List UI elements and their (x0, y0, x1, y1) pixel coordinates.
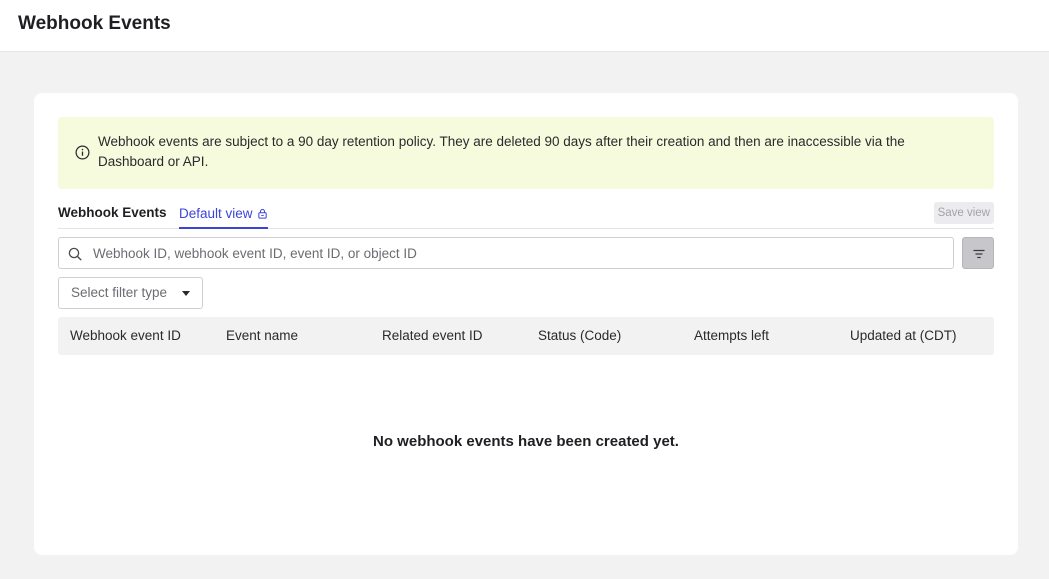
top-bar: Webhook Events (0, 0, 1049, 52)
lock-icon (257, 208, 267, 219)
tab-webhook-events: Webhook Events (58, 205, 167, 220)
column-header-attempts-left: Attempts left (694, 328, 770, 343)
filter-lines-icon (973, 249, 985, 259)
filter-type-select[interactable]: Select filter type (58, 277, 203, 309)
filter-toggle-button[interactable] (962, 237, 994, 269)
info-icon (75, 145, 90, 160)
page-title: Webhook Events (18, 13, 171, 34)
column-header-webhook-event-id: Webhook event ID (70, 328, 181, 343)
tab-default-view[interactable]: Default view (179, 201, 268, 229)
search-input[interactable] (91, 238, 941, 268)
retention-notice-text: Webhook events are subject to a 90 day r… (98, 134, 905, 169)
view-tabs: Webhook Events Default view Save view (58, 201, 994, 229)
retention-notice: Webhook events are subject to a 90 day r… (58, 117, 994, 189)
search-field (58, 237, 954, 269)
filter-type-placeholder: Select filter type (71, 285, 168, 300)
search-icon (68, 247, 82, 261)
empty-state-message: No webhook events have been created yet. (373, 433, 679, 450)
tab-default-view-label: Default view (179, 206, 253, 221)
column-header-event-name: Event name (226, 328, 299, 343)
column-header-updated-at: Updated at (CDT) (850, 328, 957, 343)
webhook-events-card: Webhook events are subject to a 90 day r… (34, 93, 1018, 555)
column-header-related-event-id: Related event ID (382, 328, 483, 343)
caret-down-icon (182, 291, 190, 296)
events-table-header: Webhook event ID Event name Related even… (58, 317, 994, 355)
column-header-status-code: Status (Code) (538, 328, 622, 343)
save-view-button[interactable]: Save view (933, 202, 994, 224)
